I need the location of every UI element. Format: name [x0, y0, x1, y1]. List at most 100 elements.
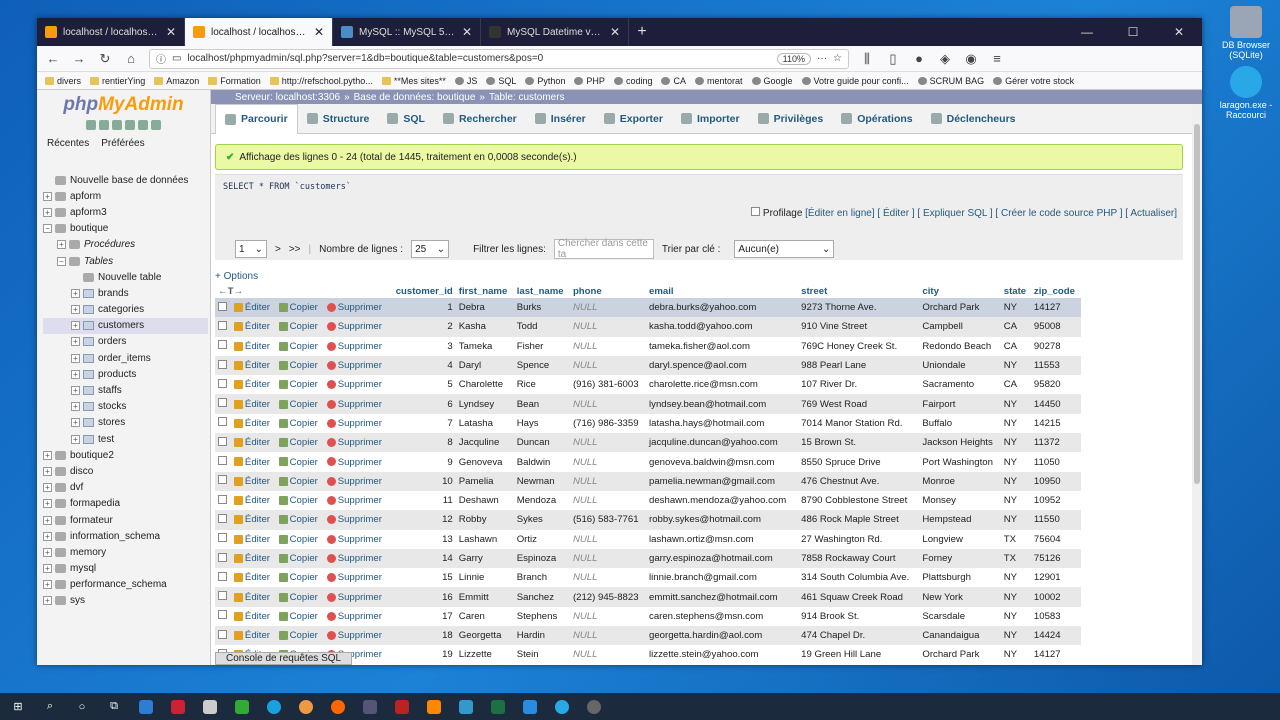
cell-email[interactable]: jacquline.duncan@yahoo.com	[646, 433, 799, 453]
cell-last_name[interactable]: Sanchez	[513, 587, 570, 607]
tree-item-formateur[interactable]: + formateur	[43, 512, 208, 528]
cell-state[interactable]: CA	[1000, 317, 1031, 337]
column-header-phone[interactable]: phone	[570, 284, 646, 298]
bookmark-item[interactable]: divers	[45, 76, 81, 86]
delete-link[interactable]: Supprimer	[323, 452, 389, 472]
laragon-desktop-icon[interactable]: laragon.exe - Raccourci	[1218, 66, 1274, 120]
bookmark-item[interactable]: PHP	[574, 76, 605, 86]
cell-street[interactable]: 7014 Manor Station Rd.	[798, 413, 920, 434]
cell-email[interactable]: georgetta.hardin@aol.com	[646, 626, 799, 646]
cell-state[interactable]: NY	[1000, 355, 1031, 376]
close-window-icon[interactable]: ✕	[1156, 18, 1202, 46]
search-icon[interactable]: ⌕	[38, 697, 62, 717]
cell-first_name[interactable]: Robby	[455, 510, 514, 530]
tab-parcourir[interactable]: Parcourir	[215, 103, 298, 134]
firefox-icon[interactable]	[326, 697, 350, 717]
cell-customer_id[interactable]: 14	[388, 548, 456, 569]
row-checkbox-cell[interactable]	[215, 606, 231, 627]
cell-zip_code[interactable]: 11553	[1030, 355, 1081, 376]
filezilla-icon[interactable]	[390, 697, 414, 717]
cell-city[interactable]: Forney	[919, 548, 1001, 569]
cell-state[interactable]: NY	[1000, 606, 1031, 627]
cell-customer_id[interactable]: 16	[388, 587, 456, 607]
tree-item-order-items[interactable]: + order_items	[43, 350, 208, 366]
breadcrumb-table[interactable]: Table: customers	[489, 92, 565, 103]
expand-icon[interactable]: +	[71, 288, 80, 298]
expand-icon[interactable]: +	[71, 434, 80, 444]
cell-first_name[interactable]: Linnie	[455, 568, 514, 588]
tree-item-nouvelle-table[interactable]: Nouvelle table	[43, 269, 208, 285]
cell-customer_id[interactable]: 10	[388, 471, 456, 491]
cell-customer_id[interactable]: 7	[388, 413, 456, 434]
cell-phone[interactable]: (716) 986-3359	[569, 413, 647, 434]
row-checkbox-cell[interactable]	[215, 413, 231, 434]
column-header-city[interactable]: city	[919, 284, 1000, 298]
edit-link[interactable]: Éditer	[230, 336, 276, 356]
cell-last_name[interactable]: Mendoza	[513, 490, 570, 511]
cell-zip_code[interactable]: 10002	[1030, 587, 1081, 607]
cell-zip_code[interactable]: 14127	[1030, 298, 1081, 318]
cell-first_name[interactable]: Caren	[455, 606, 514, 627]
cell-email[interactable]: deshawn.mendoza@yahoo.com	[646, 490, 799, 511]
cell-city[interactable]: Port Washington	[919, 452, 1001, 472]
delete-link[interactable]: Supprimer	[323, 394, 389, 414]
expand-icon[interactable]: +	[43, 564, 52, 574]
scrollbar-thumb[interactable]	[1194, 124, 1200, 484]
vscode-icon[interactable]	[518, 697, 542, 717]
cell-last_name[interactable]: Duncan	[513, 433, 570, 453]
row-checkbox-cell[interactable]	[215, 433, 231, 453]
tree-item-disco[interactable]: + disco	[43, 463, 208, 479]
expand-icon[interactable]: +	[71, 402, 80, 412]
cell-zip_code[interactable]: 75604	[1030, 529, 1081, 549]
bookmark-item[interactable]: JS	[454, 76, 477, 86]
delete-link[interactable]: Supprimer	[323, 413, 389, 434]
cell-phone[interactable]: NULL	[569, 394, 647, 414]
row-checkbox[interactable]	[218, 359, 227, 369]
cell-email[interactable]: debra.burks@yahoo.com	[646, 298, 799, 318]
cell-last_name[interactable]: Fisher	[513, 336, 570, 356]
cell-city[interactable]: Plattsburgh	[919, 568, 1001, 588]
edit-link[interactable]: Éditer	[230, 510, 276, 530]
tree-item-performance-schema[interactable]: + performance_schema	[43, 577, 208, 593]
cell-state[interactable]: CA	[1000, 375, 1031, 395]
extension-icon[interactable]: ◈	[937, 51, 953, 67]
row-checkbox[interactable]	[218, 591, 227, 601]
cell-email[interactable]: lyndsey.bean@hotmail.com	[646, 394, 799, 414]
row-checkbox[interactable]	[218, 301, 227, 311]
breadcrumb-server[interactable]: Serveur: localhost:3306	[235, 92, 340, 103]
cell-phone[interactable]: NULL	[569, 529, 647, 549]
cell-last_name[interactable]: Burks	[513, 298, 570, 318]
cell-zip_code[interactable]: 95820	[1030, 375, 1081, 395]
edit-link[interactable]: Éditer	[230, 433, 276, 453]
tab-declencheurs[interactable]: Déclencheurs	[922, 104, 1025, 134]
cell-street[interactable]: 769C Honey Creek St.	[798, 336, 920, 356]
chrome-icon[interactable]	[294, 697, 318, 717]
copy-link[interactable]: Copier	[275, 298, 324, 318]
row-checkbox[interactable]	[218, 398, 227, 408]
expand-icon[interactable]: +	[43, 466, 52, 476]
copy-link[interactable]: Copier	[275, 471, 324, 491]
edit-link[interactable]: Éditer	[230, 626, 276, 646]
cell-last_name[interactable]: Hays	[513, 413, 570, 434]
recent-tab[interactable]: Récentes	[47, 138, 89, 149]
cell-first_name[interactable]: Georgetta	[455, 626, 514, 646]
cell-state[interactable]: TX	[1000, 548, 1031, 569]
cell-customer_id[interactable]: 18	[388, 626, 456, 646]
cell-city[interactable]: Buffalo	[919, 413, 1001, 434]
cell-last_name[interactable]: Spence	[513, 355, 570, 376]
mail-app-icon[interactable]	[134, 697, 158, 717]
cell-last_name[interactable]: Rice	[513, 375, 570, 395]
tree-item-categories[interactable]: + categories	[43, 302, 208, 318]
cell-zip_code[interactable]: 11550	[1030, 510, 1081, 530]
expand-icon[interactable]: −	[57, 256, 66, 266]
delete-link[interactable]: Supprimer	[323, 568, 389, 588]
bookmark-item[interactable]: Google	[751, 76, 793, 86]
delete-link[interactable]: Supprimer	[323, 298, 389, 318]
cell-phone[interactable]: NULL	[569, 317, 647, 337]
expand-icon[interactable]: +	[71, 321, 80, 331]
settings-icon[interactable]	[138, 120, 148, 130]
cell-customer_id[interactable]: 8	[388, 433, 456, 453]
expand-icon[interactable]: +	[43, 483, 52, 493]
cell-email[interactable]: linnie.branch@gmail.com	[646, 568, 799, 588]
tree-item-mysql[interactable]: + mysql	[43, 561, 208, 577]
